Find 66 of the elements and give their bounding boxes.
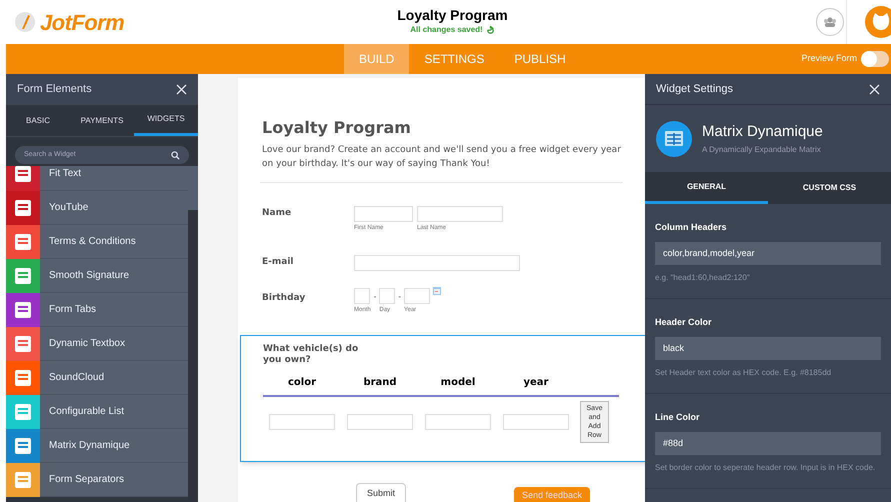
setting-label: Header Color — [655, 316, 713, 329]
date-field[interactable] — [404, 288, 430, 304]
setting-label: Column Headers — [655, 221, 728, 234]
right-panel-tab[interactable]: CUSTOM CSS — [768, 172, 891, 204]
panel-title: Form Elements — [17, 82, 92, 98]
setting-hint: Set Header text color as HEX code. E.g. #8185dd — [655, 366, 832, 378]
logo-text: JotForm — [40, 8, 124, 36]
widget-item[interactable]: YouTube — [6, 191, 188, 225]
setting-field[interactable]: black — [655, 336, 881, 360]
widget-item[interactable]: Dynamic Textbox — [6, 327, 188, 361]
widget-name: Matrix Dynamique — [702, 122, 823, 142]
widget-item[interactable]: SoundCloud — [6, 361, 188, 395]
date-separator: - — [398, 291, 402, 303]
save-status: All changes saved! — [410, 24, 483, 36]
form-heading: Loyalty Program — [262, 117, 412, 139]
text-field[interactable] — [417, 206, 503, 222]
setting-field[interactable]: color,brand,model,year — [655, 242, 881, 264]
calendar-icon — [433, 287, 442, 295]
column-header: color — [286, 376, 318, 390]
widget-subtitle: A Dynamically Expandable Matrix — [702, 144, 822, 156]
date-field[interactable] — [379, 288, 396, 304]
preview-toggle[interactable] — [861, 51, 889, 67]
question-label: What vehicle(s) do you own? — [263, 344, 360, 366]
widget-item[interactable]: Matrix Dynamique — [6, 429, 188, 463]
pencil-logo-icon — [14, 11, 36, 33]
date-field[interactable] — [354, 288, 370, 304]
undo-icon — [486, 26, 495, 34]
panel-tab[interactable]: PAYMENTS — [70, 105, 134, 136]
matrix-cell-field[interactable] — [425, 414, 491, 430]
text-field[interactable] — [354, 206, 413, 222]
search-icon — [171, 150, 180, 160]
avatar-icon — [865, 6, 891, 38]
widget-item[interactable]: Terms & Conditions — [6, 225, 188, 259]
field-label: Birthday — [262, 292, 306, 305]
panel-title: Widget Settings — [656, 82, 734, 97]
setting-hint: e.g. "head1:60,head2:120" — [655, 272, 751, 284]
setting-label: Line Color — [655, 411, 700, 424]
matrix-cell-field[interactable] — [269, 414, 335, 430]
widget-item[interactable]: Configurable List — [6, 395, 188, 429]
column-header: year — [522, 376, 550, 390]
close-icon — [176, 84, 187, 95]
submit-button[interactable]: Submit — [356, 483, 406, 502]
field-label: E-mail — [262, 256, 295, 269]
panel-tab[interactable]: BASIC — [6, 105, 70, 136]
right-panel-tab[interactable]: GENERAL — [645, 172, 768, 204]
widget-item[interactable]: Form Tabs — [6, 293, 188, 327]
column-header: brand — [362, 376, 398, 390]
team-button[interactable] — [816, 8, 844, 36]
scrollbar-thumb[interactable] — [188, 166, 198, 210]
field-label: Name — [262, 207, 292, 220]
matrix-cell-field[interactable] — [347, 414, 413, 430]
form-title: Loyalty Program — [397, 7, 508, 24]
widget-item[interactable]: Smooth Signature — [6, 259, 188, 293]
date-separator: - — [374, 291, 376, 303]
column-header: model — [440, 376, 476, 390]
widget-item[interactable]: Fit Text — [6, 166, 188, 191]
setting-hint: Set border color to seperate header row. Input is in HEX code. — [655, 462, 876, 474]
matrix-widget-icon — [656, 120, 692, 156]
people-icon — [823, 17, 837, 27]
matrix-cell-field[interactable] — [503, 414, 569, 430]
setting-field[interactable]: #88d — [655, 432, 881, 454]
email-field[interactable] — [354, 255, 520, 271]
widget-item[interactable]: Form Separators — [6, 463, 188, 497]
preview-label: Preview Form — [801, 52, 857, 66]
close-icon — [869, 84, 880, 94]
form-description: Love our brand? Create an account and we'll send you a free widget every year on your birthday. It's our way of saying Thank You! — [262, 144, 621, 171]
